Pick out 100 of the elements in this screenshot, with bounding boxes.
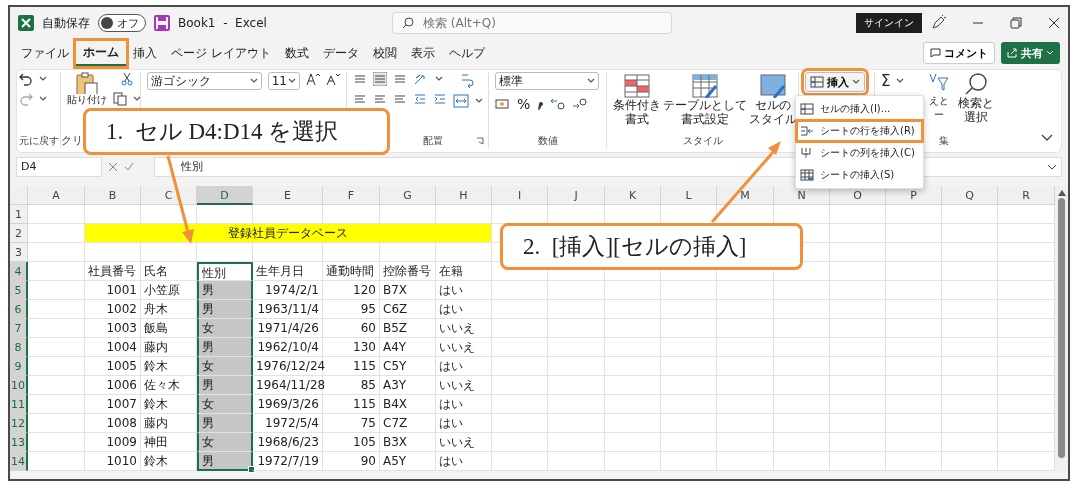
row-header[interactable]: 4 (10, 262, 28, 281)
table-cell: 1006 (85, 376, 141, 395)
table-cell: 女 (197, 319, 253, 338)
callout: 2. [挿入][セルの挿入] (500, 223, 803, 270)
column-header[interactable]: R (998, 186, 1055, 205)
table-cell: 1969/3/26 (253, 395, 323, 414)
column-header[interactable]: K (605, 186, 661, 205)
sort-filter-label[interactable]: えと (929, 94, 950, 108)
menu-item[interactable]: セルの挿入(I)... (796, 98, 923, 120)
column-header[interactable]: M (717, 186, 774, 205)
table-cell: 1971/4/26 (253, 319, 323, 338)
table-cell: 1963/11/4 (253, 300, 323, 319)
sum-button[interactable]: Σ (881, 72, 891, 90)
row-header[interactable]: 6 (10, 300, 28, 319)
column-header[interactable]: J (548, 186, 605, 205)
autosave-toggle[interactable]: オフ (98, 14, 146, 32)
ribbon-tab[interactable]: 校閲 (365, 41, 404, 65)
table-cell: A5Y (380, 452, 436, 471)
table-title: 登録社員データベース (85, 224, 492, 243)
ribbon-tab[interactable]: ホーム (76, 40, 126, 66)
column-header[interactable]: E (253, 186, 323, 205)
table-cell: 在籍 (436, 262, 492, 281)
row-header[interactable]: 9 (10, 357, 28, 376)
table-cell: いいえ (436, 376, 492, 395)
row-header[interactable]: 1 (10, 205, 28, 224)
row-header[interactable]: 12 (10, 414, 28, 433)
table-cell: 男 (197, 414, 253, 433)
row-header[interactable]: 8 (10, 338, 28, 357)
menu-item[interactable]: シートの行を挿入(R) (796, 120, 923, 142)
row-header[interactable]: 14 (10, 452, 28, 471)
ribbon-tab[interactable]: 数式 (277, 41, 316, 65)
table-cell: 75 (323, 414, 380, 433)
table-cell: 1974/2/1 (253, 281, 323, 300)
row-header[interactable]: 13 (10, 433, 28, 452)
column-header[interactable]: I (492, 186, 548, 205)
table-cell: 60 (323, 319, 380, 338)
table-cell: 90 (323, 452, 380, 471)
style-button[interactable]: テーブルとして 書式設定 (663, 72, 747, 126)
table-cell: 女 (197, 395, 253, 414)
table-cell: 氏名 (141, 262, 197, 281)
font-size-dropdown[interactable]: 11 (267, 72, 300, 90)
column-header[interactable]: F (323, 186, 380, 205)
table-cell: 95 (323, 300, 380, 319)
column-header[interactable]: Q (942, 186, 998, 205)
column-header[interactable]: B (85, 186, 141, 205)
column-header[interactable]: G (380, 186, 436, 205)
callout: 1. セル D4:D14 を選択 (83, 108, 390, 155)
table-cell: 1004 (85, 338, 141, 357)
paste-button[interactable]: 貼り付け (67, 72, 107, 106)
name-box[interactable]: D4 (16, 157, 102, 177)
sort-filter-label[interactable]: ー (934, 108, 945, 122)
style-button[interactable]: 条件付き 書式 (613, 72, 661, 126)
group-label: クリ (61, 134, 83, 148)
row-header[interactable]: 10 (10, 376, 28, 395)
ribbon-tab[interactable]: ヘルプ (441, 41, 492, 65)
column-header[interactable]: D (197, 186, 253, 205)
table-cell: 1005 (85, 357, 141, 376)
table-cell: 1003 (85, 319, 141, 338)
sign-in-button[interactable]: サインイン (856, 13, 922, 33)
ribbon-tab[interactable]: ファイル (14, 41, 76, 65)
row-header[interactable]: 11 (10, 395, 28, 414)
ribbon-tab[interactable]: ページ レイアウト (164, 41, 278, 65)
table-cell: 男 (197, 281, 253, 300)
ribbon-tab[interactable]: 挿入 (126, 41, 164, 65)
comment-button[interactable]: コメント (923, 42, 995, 64)
table-cell: いいえ (436, 338, 492, 357)
find-select-button[interactable]: 検索と 選択 (956, 72, 997, 124)
column-header[interactable]: L (661, 186, 717, 205)
share-button[interactable]: 共有 (1001, 42, 1060, 64)
table-cell: 男 (197, 338, 253, 357)
table-cell: C6Z (380, 300, 436, 319)
row-header[interactable]: 3 (10, 243, 28, 262)
number-format-dropdown[interactable]: 標準 (495, 72, 599, 90)
font-dropdown[interactable]: 游ゴシック (147, 72, 262, 90)
table-cell: 1968/6/23 (253, 433, 323, 452)
table-cell: 1972/7/19 (253, 452, 323, 471)
table-cell: 男 (197, 452, 253, 471)
table-cell: B4X (380, 395, 436, 414)
row-header[interactable]: 2 (10, 224, 28, 243)
column-header[interactable]: C (141, 186, 197, 205)
table-cell: 社員番号 (85, 262, 141, 281)
table-cell: 1964/11/28 (253, 376, 323, 395)
row-header[interactable]: 7 (10, 319, 28, 338)
table-cell: 105 (323, 433, 380, 452)
table-cell: 1976/12/24 (253, 357, 323, 376)
row-header[interactable]: 5 (10, 281, 28, 300)
table-cell: 1962/10/4 (253, 338, 323, 357)
table-cell: 115 (323, 395, 380, 414)
autosave-label: 自動保存 (42, 14, 90, 32)
table-cell: C5Y (380, 357, 436, 376)
table-cell: 男 (197, 376, 253, 395)
percent-button[interactable]: % (517, 96, 531, 112)
search-field[interactable]: 検索 (Alt+Q) (392, 12, 672, 34)
table-cell: A4Y (380, 338, 436, 357)
table-cell: はい (436, 357, 492, 376)
ribbon-tab[interactable]: データ (315, 41, 366, 65)
ribbon-tab[interactable]: 表示 (403, 41, 442, 65)
column-header[interactable]: H (436, 186, 492, 205)
table-cell: 1002 (85, 300, 141, 319)
column-header[interactable]: A (28, 186, 85, 205)
